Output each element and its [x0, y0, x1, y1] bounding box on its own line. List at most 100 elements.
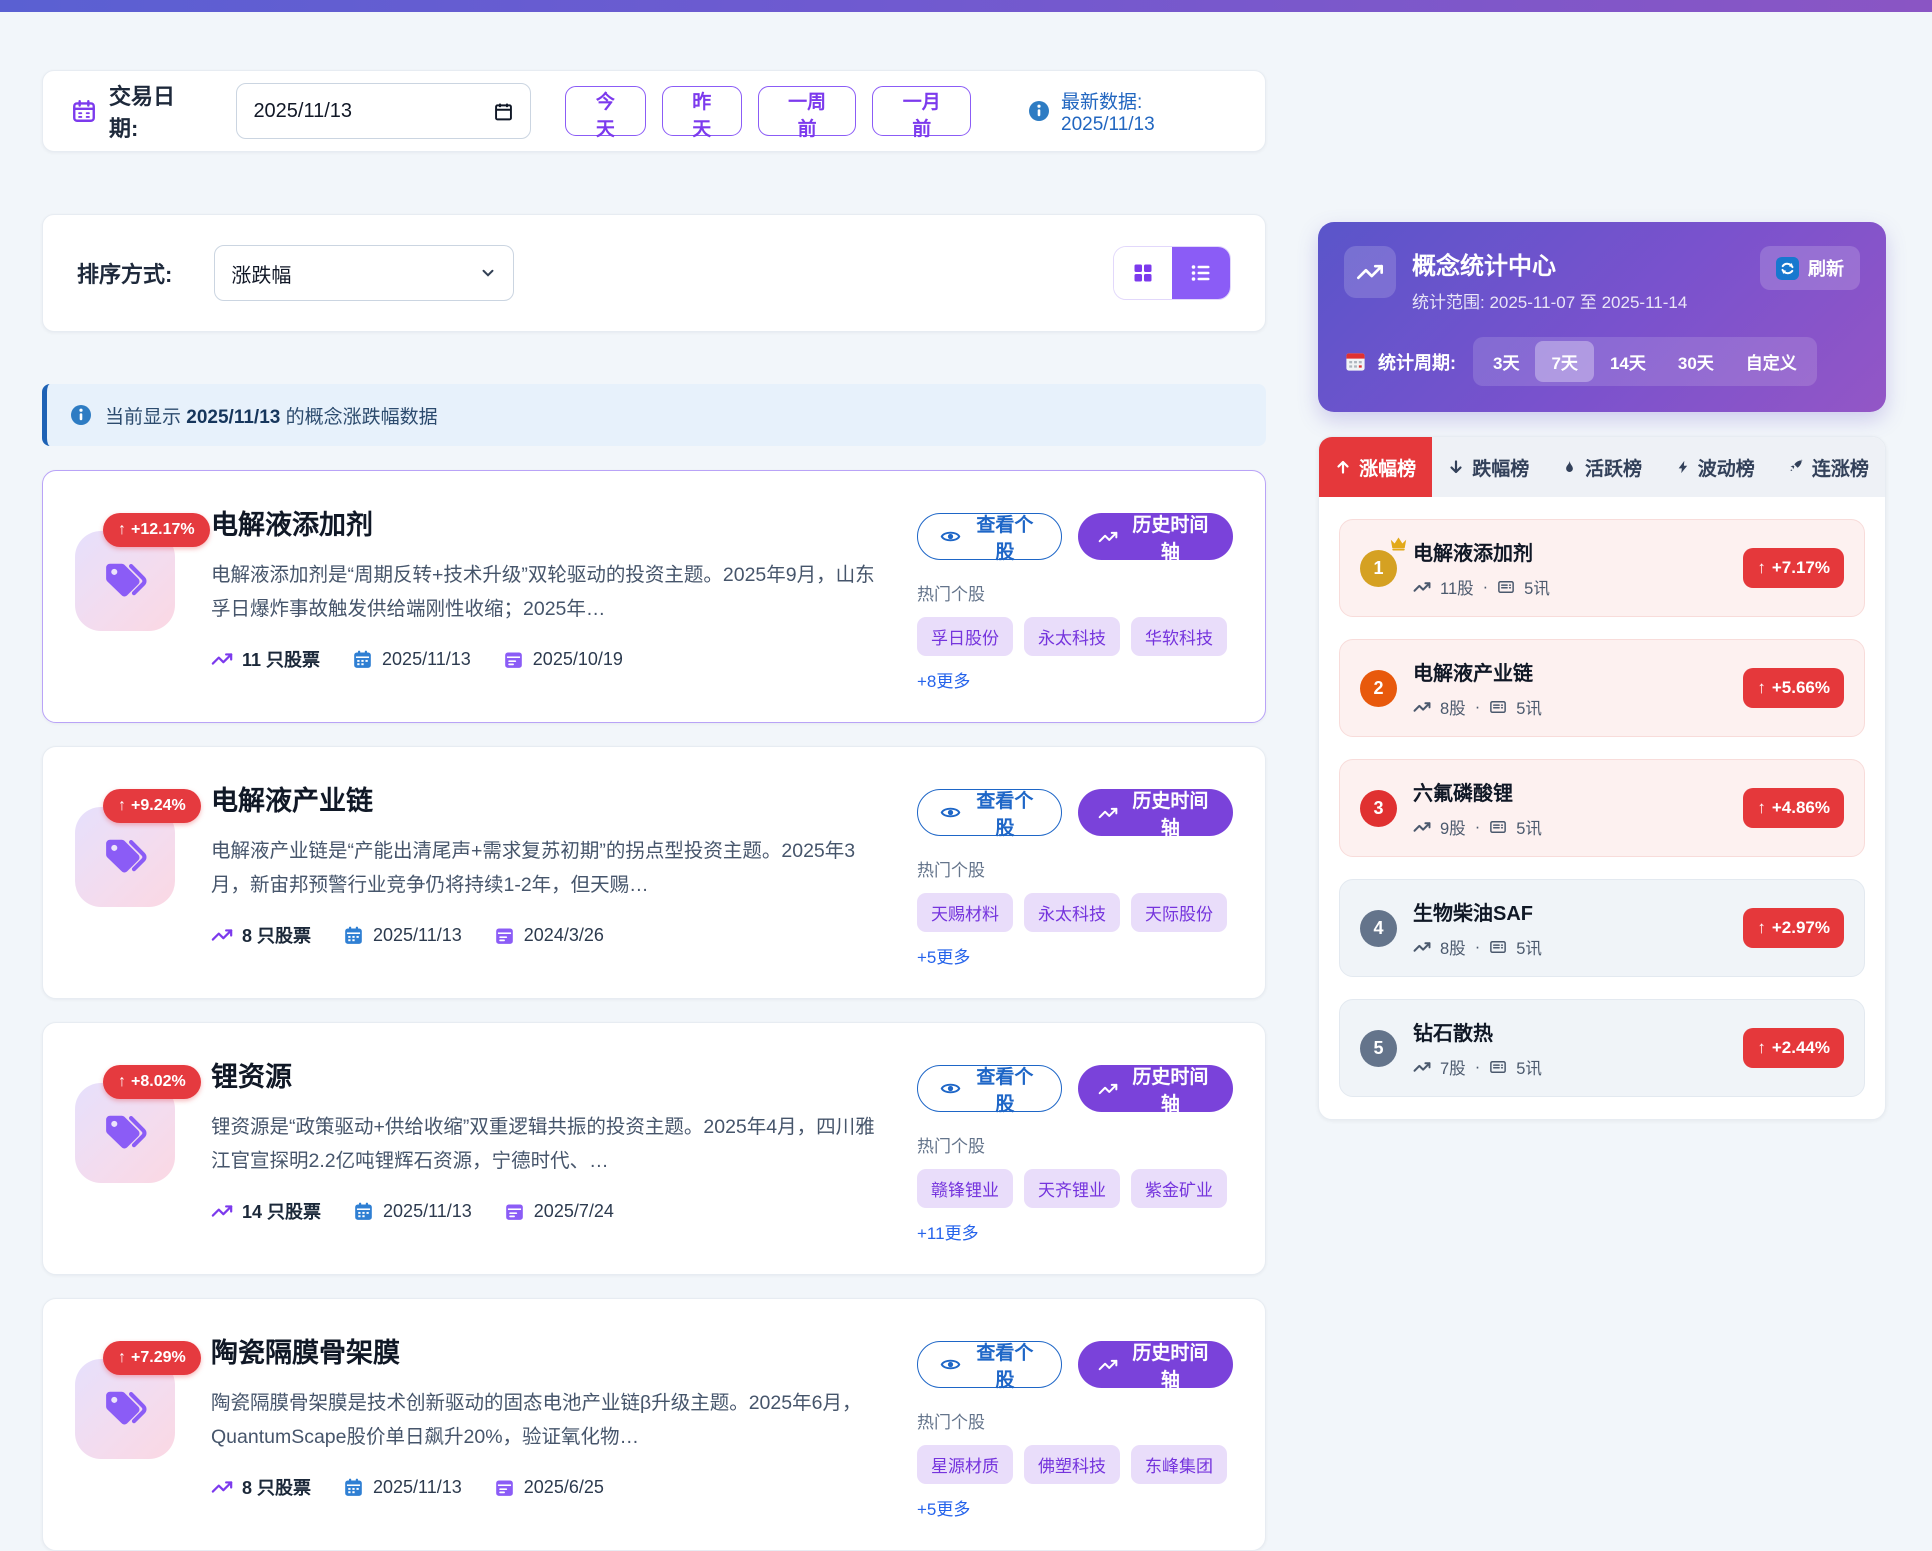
history-timeline-button[interactable]: 历史时间轴	[1078, 789, 1233, 836]
stock-tag[interactable]: 天赐材料	[917, 893, 1013, 932]
rank-item[interactable]: 4 生物柴油SAF 8股 · 5讯 ↑ +2.97%	[1339, 879, 1865, 977]
stock-tag[interactable]: 孚日股份	[917, 617, 1013, 656]
sort-select-value: 涨跌幅	[231, 259, 291, 288]
rank-number: 3	[1360, 790, 1397, 827]
rank-item[interactable]: 2 电解液产业链 8股 · 5讯 ↑ +5.66%	[1339, 639, 1865, 737]
date-input-value[interactable]	[253, 100, 433, 123]
rank-change-badge: ↑ +4.86%	[1743, 788, 1844, 828]
stock-tag[interactable]: 赣锋锂业	[917, 1169, 1013, 1208]
today-button[interactable]: 今天	[565, 86, 645, 136]
concept-actions: 查看个股 历史时间轴 热门个股 孚日股份 永太科技 华软科技 +8更多	[917, 501, 1233, 692]
stock-tag[interactable]: 紫金矿业	[1131, 1169, 1227, 1208]
concept-card: ↑ +8.02% 锂资源 锂资源是“政策驱动+供给收缩”双重逻辑共振的投资主题。…	[42, 1022, 1266, 1275]
concept-title: 陶瓷隔膜骨架膜	[211, 1331, 881, 1370]
rank-concept-name: 生物柴油SAF	[1413, 897, 1727, 926]
tab-gainers[interactable]: 涨幅榜	[1319, 437, 1432, 497]
yesterday-button[interactable]: 昨天	[662, 86, 742, 136]
rank-item[interactable]: 5 钻石散热 7股 · 5讯 ↑ +2.44%	[1339, 999, 1865, 1097]
banner-text: 当前显示 2025/11/13 的概念涨跌幅数据	[105, 402, 438, 429]
concept-actions: 查看个股 历史时间轴 热门个股 赣锋锂业 天齐锂业 紫金矿业 +11更多	[917, 1053, 1233, 1244]
history-timeline-button[interactable]: 历史时间轴	[1078, 1341, 1233, 1388]
rank-concept-name: 钻石散热	[1413, 1017, 1727, 1046]
stock-tag[interactable]: 天际股份	[1131, 893, 1227, 932]
stats-sidebar: 概念统计中心 统计范围: 2025-11-07 至 2025-11-14 刷新 …	[1318, 70, 1886, 1120]
stock-tag[interactable]: 永太科技	[1024, 617, 1120, 656]
change-badge: ↑ +7.29%	[103, 1341, 201, 1375]
grid-icon	[1131, 261, 1155, 285]
more-stocks-link[interactable]: +5更多	[917, 1495, 970, 1520]
list-icon	[1189, 261, 1213, 285]
stock-tag[interactable]: 华软科技	[1131, 617, 1227, 656]
stock-tag[interactable]: 东峰集团	[1131, 1445, 1227, 1484]
concept-stats: 11 只股票 2025/11/13 2025/10/19	[211, 646, 881, 672]
refresh-button[interactable]: 刷新	[1760, 246, 1860, 290]
rank-news-count: 5讯	[1516, 935, 1542, 959]
info-icon	[69, 403, 93, 427]
rank-info: 钻石散热 7股 · 5讯	[1413, 1017, 1727, 1079]
period-14d[interactable]: 14天	[1594, 341, 1662, 382]
view-stocks-button[interactable]: 查看个股	[917, 1341, 1062, 1388]
calendar-purple-icon	[494, 1477, 515, 1498]
more-stocks-link[interactable]: +8更多	[917, 667, 970, 692]
calendar-purple-icon	[494, 925, 515, 946]
calendar-icon	[71, 98, 97, 124]
trade-date-stat: 2025/11/13	[353, 1201, 472, 1222]
eye-icon	[940, 1078, 961, 1099]
tab-streak[interactable]: 连涨榜	[1772, 437, 1885, 497]
rank-item[interactable]: 3 六氟磷酸锂 9股 · 5讯 ↑ +4.86%	[1339, 759, 1865, 857]
stock-tag[interactable]: 天齐锂业	[1024, 1169, 1120, 1208]
stock-count-stat: 11 只股票	[211, 646, 320, 672]
stock-tag[interactable]: 永太科技	[1024, 893, 1120, 932]
tab-active[interactable]: 活跃榜	[1545, 437, 1658, 497]
rank-news-count: 5讯	[1516, 815, 1542, 839]
week-ago-button[interactable]: 一周前	[758, 86, 857, 136]
change-badge: ↑ +8.02%	[103, 1065, 201, 1099]
date-input[interactable]	[236, 83, 531, 139]
history-timeline-button[interactable]: 历史时间轴	[1078, 513, 1233, 560]
rank-change-badge: ↑ +5.66%	[1743, 668, 1844, 708]
view-stocks-button[interactable]: 查看个股	[917, 789, 1062, 836]
rank-item[interactable]: 1 电解液添加剂 11股 · 5讯 ↑ +7.17%	[1339, 519, 1865, 617]
mini-chart-icon	[1413, 938, 1431, 956]
trade-date-stat: 2025/11/13	[343, 925, 462, 946]
date-filter-card: 交易日期: 今天 昨天 一周前 一月前 最新数据: 2025/11/	[42, 70, 1266, 152]
dot-separator: ·	[1475, 818, 1481, 837]
stock-tag[interactable]: 星源材质	[917, 1445, 1013, 1484]
grid-view-button[interactable]	[1114, 247, 1172, 299]
month-ago-button[interactable]: 一月前	[872, 86, 971, 136]
calendar-blue-icon	[343, 925, 364, 946]
period-custom[interactable]: 自定义	[1730, 341, 1813, 382]
period-30d[interactable]: 30天	[1662, 341, 1730, 382]
concept-stats: 8 只股票 2025/11/13 2024/3/26	[211, 922, 881, 948]
more-stocks-link[interactable]: +11更多	[917, 1219, 979, 1244]
arrow-down-icon	[1448, 459, 1464, 475]
period-7d[interactable]: 7天	[1535, 341, 1593, 382]
stats-center-title: 概念统计中心	[1412, 246, 1687, 281]
date-picker-icon[interactable]	[493, 101, 514, 122]
trade-date-label: 交易日期:	[109, 79, 202, 143]
trend-chart-icon	[211, 1476, 233, 1498]
hot-stock-tags: 星源材质 佛塑科技 东峰集团 +5更多	[917, 1445, 1233, 1520]
rank-stocks-count: 8股	[1440, 695, 1466, 719]
stock-tag[interactable]: 佛塑科技	[1024, 1445, 1120, 1484]
history-timeline-button[interactable]: 历史时间轴	[1078, 1065, 1233, 1112]
more-stocks-link[interactable]: +5更多	[917, 943, 970, 968]
concept-icon-wrap: ↑ +7.29%	[75, 1359, 175, 1520]
news-icon	[1489, 818, 1507, 836]
view-stocks-button[interactable]: 查看个股	[917, 1065, 1062, 1112]
tab-losers[interactable]: 跌幅榜	[1432, 437, 1545, 497]
rank-info: 六氟磷酸锂 9股 · 5讯	[1413, 777, 1727, 839]
trade-date-stat: 2025/11/13	[343, 1477, 462, 1498]
page-layout: 交易日期: 今天 昨天 一周前 一月前 最新数据: 2025/11/	[0, 12, 1932, 1551]
concept-body: 电解液产业链 电解液产业链是“产能出清尾声+需求复苏初期”的拐点型投资主题。20…	[211, 777, 881, 968]
mini-chart-icon	[1413, 698, 1431, 716]
view-stocks-button[interactable]: 查看个股	[917, 513, 1062, 560]
sort-select[interactable]: 涨跌幅	[214, 245, 514, 301]
concept-buttons: 查看个股 历史时间轴	[917, 789, 1233, 836]
stats-range: 统计范围: 2025-11-07 至 2025-11-14	[1412, 288, 1687, 313]
list-view-button[interactable]	[1172, 247, 1230, 299]
tab-volatility[interactable]: 波动榜	[1659, 437, 1772, 497]
mini-chart-icon	[1413, 818, 1431, 836]
period-3d[interactable]: 3天	[1477, 341, 1535, 382]
calendar-purple-icon	[503, 649, 524, 670]
